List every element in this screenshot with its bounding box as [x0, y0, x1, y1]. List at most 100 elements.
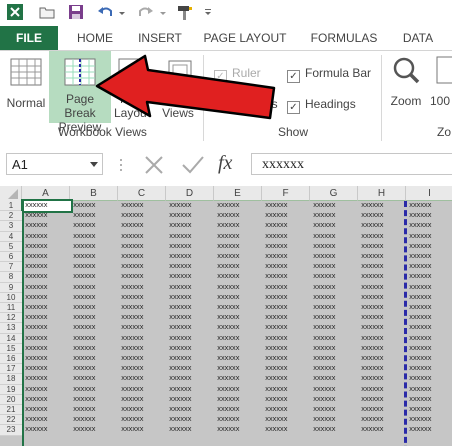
- cell-b1[interactable]: xxxxxx: [73, 201, 96, 211]
- cell-c19[interactable]: xxxxxx: [121, 385, 144, 395]
- cell-i6[interactable]: xxxxxx: [409, 252, 432, 262]
- cell-b8[interactable]: xxxxxx: [73, 272, 96, 282]
- cell-f7[interactable]: xxxxxx: [265, 262, 288, 272]
- cell-g16[interactable]: xxxxxx: [313, 354, 336, 364]
- cell-c9[interactable]: xxxxxx: [121, 283, 144, 293]
- cell-e5[interactable]: xxxxxx: [217, 242, 240, 252]
- cell-d4[interactable]: xxxxxx: [169, 232, 192, 242]
- cell-c23[interactable]: xxxxxx: [121, 425, 144, 435]
- cell-c18[interactable]: xxxxxx: [121, 374, 144, 384]
- cell-a21[interactable]: xxxxxx: [25, 405, 48, 415]
- row-header-17[interactable]: 17: [0, 364, 22, 375]
- cell-c10[interactable]: xxxxxx: [121, 293, 144, 303]
- column-header-d[interactable]: D: [166, 186, 214, 201]
- row-header-9[interactable]: 9: [0, 282, 22, 293]
- cell-e18[interactable]: xxxxxx: [217, 374, 240, 384]
- redo-icon[interactable]: [137, 3, 155, 21]
- cell-h11[interactable]: xxxxxx: [361, 303, 384, 313]
- cell-i17[interactable]: xxxxxx: [409, 364, 432, 374]
- cell-f4[interactable]: xxxxxx: [265, 232, 288, 242]
- page-break-line[interactable]: [404, 201, 407, 446]
- row-header-15[interactable]: 15: [0, 343, 22, 354]
- cell-f8[interactable]: xxxxxx: [265, 272, 288, 282]
- cell-h10[interactable]: xxxxxx: [361, 293, 384, 303]
- tab-home[interactable]: HOME: [66, 26, 124, 50]
- cell-e10[interactable]: xxxxxx: [217, 293, 240, 303]
- cell-h17[interactable]: xxxxxx: [361, 364, 384, 374]
- cell-e4[interactable]: xxxxxx: [217, 232, 240, 242]
- cell-i20[interactable]: xxxxxx: [409, 395, 432, 405]
- cell-b19[interactable]: xxxxxx: [73, 385, 96, 395]
- cell-h21[interactable]: xxxxxx: [361, 405, 384, 415]
- cell-f2[interactable]: xxxxxx: [265, 211, 288, 221]
- cell-d5[interactable]: xxxxxx: [169, 242, 192, 252]
- cell-b2[interactable]: xxxxxx: [73, 211, 96, 221]
- cell-g11[interactable]: xxxxxx: [313, 303, 336, 313]
- cell-c14[interactable]: xxxxxx: [121, 334, 144, 344]
- cell-d22[interactable]: xxxxxx: [169, 415, 192, 425]
- cell-b18[interactable]: xxxxxx: [73, 374, 96, 384]
- cell-a23[interactable]: xxxxxx: [25, 425, 48, 435]
- cell-c12[interactable]: xxxxxx: [121, 313, 144, 323]
- cell-d16[interactable]: xxxxxx: [169, 354, 192, 364]
- row-header-12[interactable]: 12: [0, 313, 22, 324]
- cell-d2[interactable]: xxxxxx: [169, 211, 192, 221]
- cell-a10[interactable]: xxxxxx: [25, 293, 48, 303]
- cell-e9[interactable]: xxxxxx: [217, 283, 240, 293]
- cell-i2[interactable]: xxxxxx: [409, 211, 432, 221]
- cell-f18[interactable]: xxxxxx: [265, 374, 288, 384]
- cell-g4[interactable]: xxxxxx: [313, 232, 336, 242]
- cell-d11[interactable]: xxxxxx: [169, 303, 192, 313]
- row-header-4[interactable]: 4: [0, 231, 22, 242]
- cell-i5[interactable]: xxxxxx: [409, 242, 432, 252]
- cell-a9[interactable]: xxxxxx: [25, 283, 48, 293]
- cell-d20[interactable]: xxxxxx: [169, 395, 192, 405]
- cell-i12[interactable]: xxxxxx: [409, 313, 432, 323]
- cell-d21[interactable]: xxxxxx: [169, 405, 192, 415]
- cell-a3[interactable]: xxxxxx: [25, 221, 48, 231]
- cell-i7[interactable]: xxxxxx: [409, 262, 432, 272]
- cell-g14[interactable]: xxxxxx: [313, 334, 336, 344]
- cell-e14[interactable]: xxxxxx: [217, 334, 240, 344]
- cell-a13[interactable]: xxxxxx: [25, 323, 48, 333]
- cell-f9[interactable]: xxxxxx: [265, 283, 288, 293]
- cell-e6[interactable]: xxxxxx: [217, 252, 240, 262]
- cell-i15[interactable]: xxxxxx: [409, 344, 432, 354]
- cell-i9[interactable]: xxxxxx: [409, 283, 432, 293]
- cell-d3[interactable]: xxxxxx: [169, 221, 192, 231]
- cell-i11[interactable]: xxxxxx: [409, 303, 432, 313]
- cell-h18[interactable]: xxxxxx: [361, 374, 384, 384]
- row-header-1[interactable]: 1: [0, 201, 22, 212]
- cell-g8[interactable]: xxxxxx: [313, 272, 336, 282]
- row-header-21[interactable]: 21: [0, 405, 22, 416]
- cell-a7[interactable]: xxxxxx: [25, 262, 48, 272]
- cell-a20[interactable]: xxxxxx: [25, 395, 48, 405]
- column-header-g[interactable]: G: [310, 186, 358, 201]
- cell-a8[interactable]: xxxxxx: [25, 272, 48, 282]
- tab-insert[interactable]: INSERT: [130, 26, 190, 50]
- cell-b16[interactable]: xxxxxx: [73, 354, 96, 364]
- cancel-entry-icon[interactable]: [143, 155, 165, 175]
- cell-h13[interactable]: xxxxxx: [361, 323, 384, 333]
- cell-e15[interactable]: xxxxxx: [217, 344, 240, 354]
- column-header-f[interactable]: F: [262, 186, 310, 201]
- cell-c2[interactable]: xxxxxx: [121, 211, 144, 221]
- cell-b11[interactable]: xxxxxx: [73, 303, 96, 313]
- cell-c4[interactable]: xxxxxx: [121, 232, 144, 242]
- cell-c22[interactable]: xxxxxx: [121, 415, 144, 425]
- row-header-6[interactable]: 6: [0, 252, 22, 263]
- cell-e22[interactable]: xxxxxx: [217, 415, 240, 425]
- cell-d13[interactable]: xxxxxx: [169, 323, 192, 333]
- cell-h2[interactable]: xxxxxx: [361, 211, 384, 221]
- cell-e11[interactable]: xxxxxx: [217, 303, 240, 313]
- cell-f3[interactable]: xxxxxx: [265, 221, 288, 231]
- cell-g12[interactable]: xxxxxx: [313, 313, 336, 323]
- cell-c15[interactable]: xxxxxx: [121, 344, 144, 354]
- name-box-dropdown-icon[interactable]: [89, 161, 99, 169]
- cell-b15[interactable]: xxxxxx: [73, 344, 96, 354]
- cell-d7[interactable]: xxxxxx: [169, 262, 192, 272]
- cell-h12[interactable]: xxxxxx: [361, 313, 384, 323]
- cell-i4[interactable]: xxxxxx: [409, 232, 432, 242]
- column-header-b[interactable]: B: [70, 186, 118, 201]
- cell-e21[interactable]: xxxxxx: [217, 405, 240, 415]
